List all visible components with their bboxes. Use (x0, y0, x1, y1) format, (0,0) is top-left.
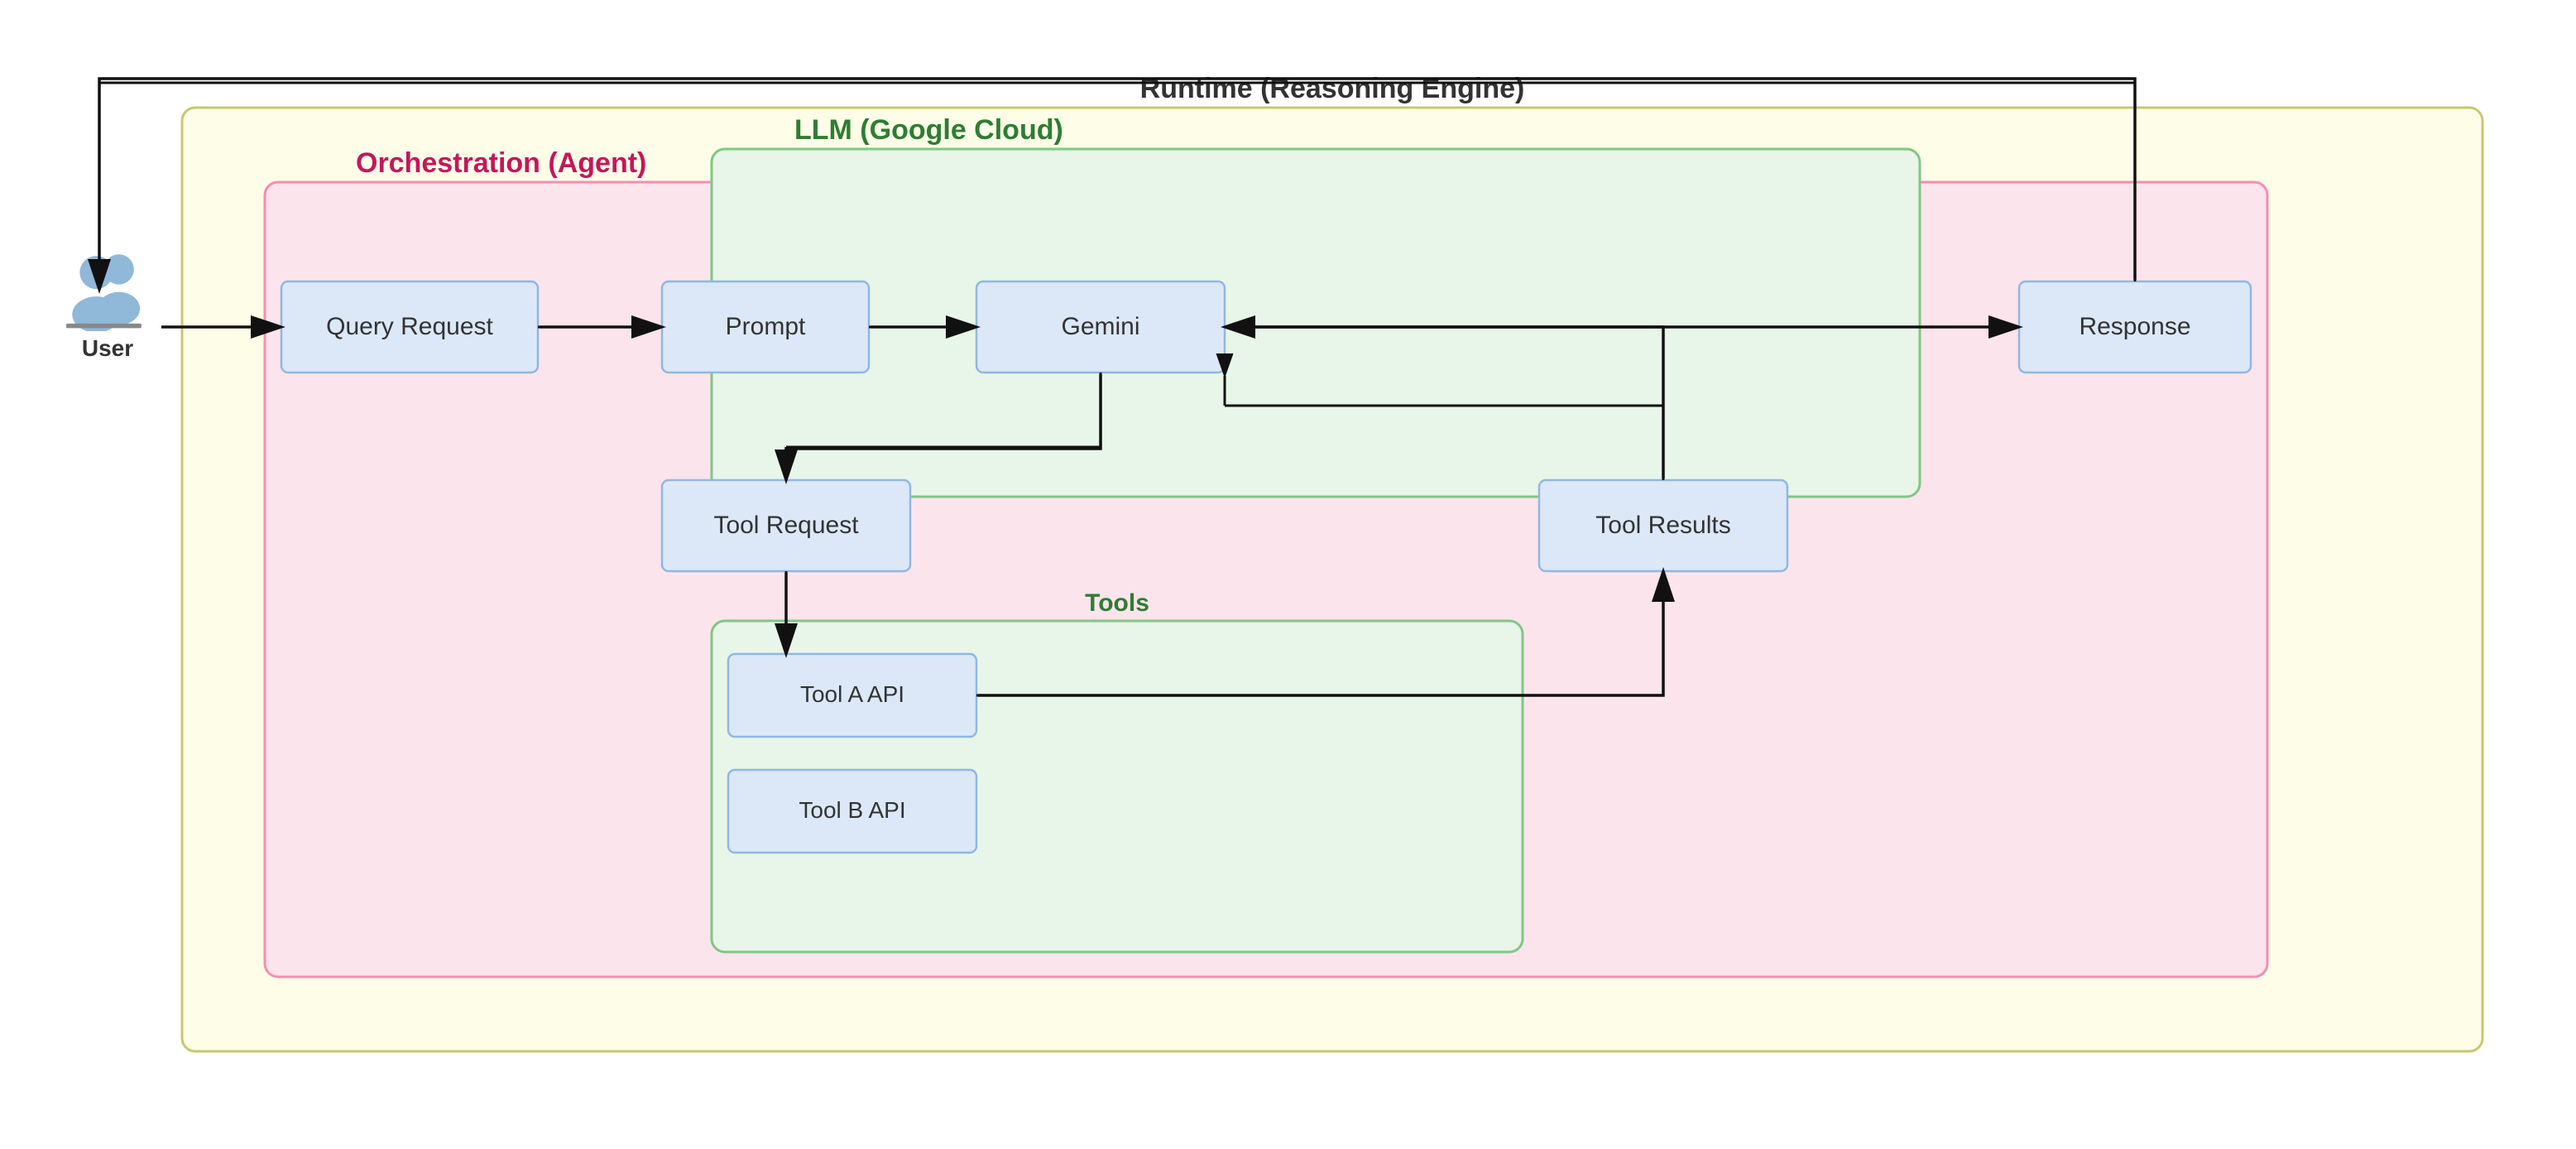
prompt-box (662, 281, 869, 373)
tool-results-to-gemini-arrow (1226, 327, 1663, 478)
tools-label: Tools (1085, 589, 1149, 617)
runtime-box (182, 108, 2482, 1051)
tool-results-label: Tool Results (1595, 512, 1730, 539)
tool-a-box (728, 654, 976, 737)
response-to-user-arrow (99, 79, 2135, 288)
response-label: Response (2079, 313, 2190, 340)
prompt-label: Prompt (726, 313, 806, 340)
arrow-response-back-to-user (99, 83, 2135, 290)
diagram-svg: Runtime (Reasoning Engine) Orchestration… (33, 33, 2543, 1116)
diagram-container: User Runtime (Reasoning Engine) Orchestr… (33, 33, 2543, 1116)
tool-results-box (1539, 480, 1787, 571)
user-area: User (50, 248, 165, 362)
tools-box (712, 621, 1523, 952)
tool-request-label: Tool Request (713, 512, 859, 539)
gemini-box (976, 281, 1225, 373)
llm-box (712, 149, 1920, 497)
response-box (2019, 281, 2251, 373)
gemini-label: Gemini (1061, 313, 1139, 340)
tools-to-tool-results-arrow (978, 573, 1663, 695)
tool-b-box (728, 770, 976, 853)
tool-b-label: Tool B API (799, 797, 905, 823)
runtime-label: Runtime (Reasoning Engine) (1140, 73, 1525, 104)
gemini-to-tool-request-arrow (786, 374, 1101, 478)
tool-request-box (662, 480, 910, 571)
tool-a-label: Tool A API (800, 681, 904, 707)
arrows-overlay (33, 33, 2543, 1116)
user-label: User (82, 335, 133, 361)
llm-label: LLM (Google Cloud) (794, 114, 1063, 146)
query-request-box (281, 281, 538, 373)
orchestration-box (265, 182, 2267, 977)
orchestration-label: Orchestration (Agent) (356, 147, 646, 179)
user-icon (58, 248, 157, 331)
query-request-label: Query Request (326, 313, 493, 340)
